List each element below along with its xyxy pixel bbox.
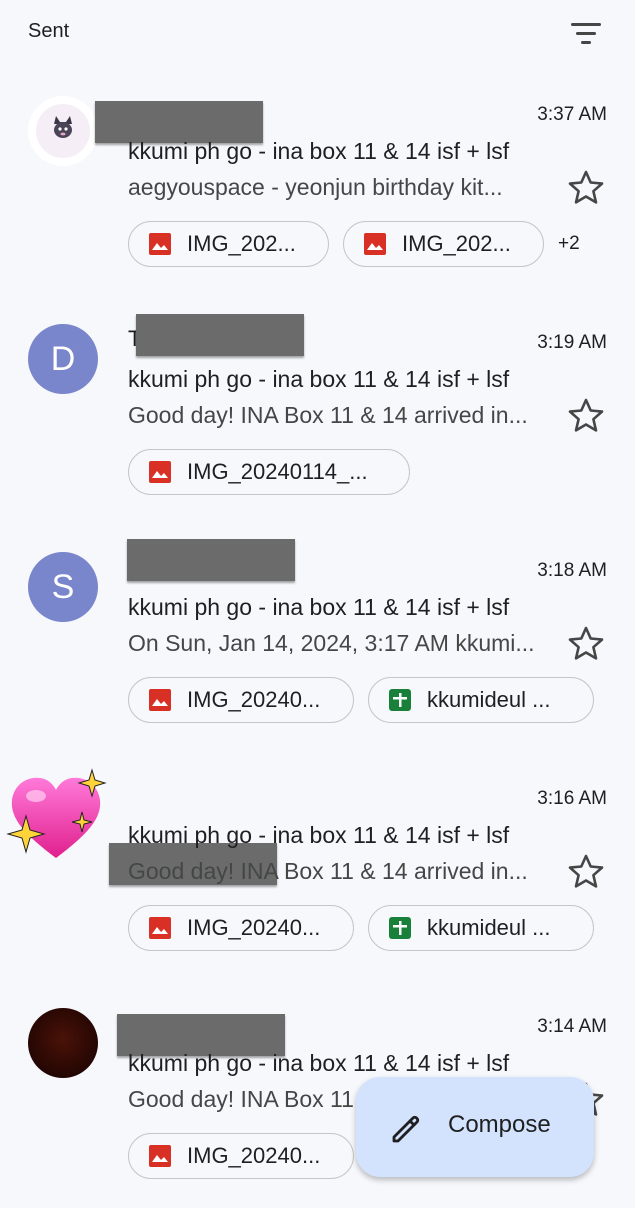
attachment-name: kkumideul ... [427, 915, 551, 940]
star-outline-icon [568, 626, 604, 660]
redacted-sender [95, 101, 263, 143]
avatar: D [28, 324, 98, 394]
image-icon [149, 689, 171, 711]
top-bar: Sent [0, 0, 635, 68]
attachment-chip[interactable]: kkumideul ... [368, 677, 594, 723]
cat-character-avatar-icon [28, 96, 98, 166]
attachment-name: kkumideul ... [427, 687, 551, 712]
star-button[interactable] [566, 396, 606, 436]
filter-list-icon [571, 23, 601, 44]
email-time: 3:18 AM [537, 560, 607, 581]
avatar [28, 1008, 98, 1078]
filter-button[interactable] [566, 14, 606, 54]
attachment-chip[interactable]: IMG_20240... [128, 905, 354, 951]
attachment-chip[interactable]: IMG_20240114_... [128, 449, 410, 495]
image-icon [149, 1145, 171, 1167]
star-button[interactable] [566, 624, 606, 664]
star-button[interactable] [566, 168, 606, 208]
email-subject: kkumi ph go - ina box 11 & 14 isf + lsf [128, 366, 510, 392]
attachment-chips: IMG_20240... kkumideul ... [128, 676, 608, 724]
email-subject: kkumi ph go - ina box 11 & 14 isf + lsf [128, 138, 510, 164]
page-title: Sent [28, 20, 70, 42]
avatar [28, 96, 98, 166]
attachment-chip[interactable]: IMG_202... [128, 221, 329, 267]
attachment-chip[interactable]: kkumideul ... [368, 905, 594, 951]
sheets-icon [389, 917, 411, 939]
more-attachments-count: +2 [558, 233, 580, 254]
image-icon [149, 461, 171, 483]
email-snippet: Good day! INA Box 11 & 14 arrived in... [128, 402, 528, 428]
avatar: S [28, 552, 98, 622]
attachment-chips: IMG_20240114_... [128, 448, 424, 496]
email-subject: kkumi ph go - ina box 11 & 14 isf + lsf [128, 1050, 510, 1076]
email-subject: kkumi ph go - ina box 11 & 14 isf + lsf [128, 822, 510, 848]
attachment-chip[interactable]: IMG_20240... [128, 677, 354, 723]
star-button[interactable] [566, 852, 606, 892]
mail-item[interactable]: 3:16 AM kkumi ph go - ina box 11 & 14 is… [0, 752, 635, 980]
attachment-name: IMG_20240... [187, 1143, 321, 1168]
attachment-name: IMG_20240114_... [187, 459, 368, 484]
mail-item[interactable]: S 3:18 AM kkumi ph go - ina box 11 & 14 … [0, 524, 635, 752]
image-icon [149, 233, 171, 255]
email-time: 3:16 AM [537, 788, 607, 809]
email-time: 3:19 AM [537, 332, 607, 353]
attachment-name: IMG_202... [402, 231, 511, 256]
star-outline-icon [568, 170, 604, 204]
mail-item[interactable]: 3:37 AM kkumi ph go - ina box 11 & 14 is… [0, 68, 635, 296]
email-time: 3:37 AM [537, 104, 607, 125]
attachment-name: IMG_202... [187, 231, 296, 256]
sheets-icon [389, 689, 411, 711]
compose-label: Compose [448, 1111, 551, 1138]
email-snippet: On Sun, Jan 14, 2024, 3:17 AM kkumi... [128, 630, 535, 656]
attachment-chip[interactable]: IMG_202... [343, 221, 544, 267]
email-time: 3:14 AM [537, 1016, 607, 1037]
attachment-chips: IMG_20240... kkumideul ... [128, 904, 608, 952]
image-icon [364, 233, 386, 255]
image-icon [149, 917, 171, 939]
email-snippet: aegyouspace - yeonjun birthday kit... [128, 174, 503, 200]
sparkling-heart-avatar-icon [6, 768, 107, 858]
email-subject: kkumi ph go - ina box 11 & 14 isf + lsf [128, 594, 510, 620]
attachment-chips: IMG_20240... [128, 1132, 368, 1180]
attachment-chip[interactable]: IMG_20240... [128, 1133, 354, 1179]
mail-item[interactable]: D T 3:19 AM kkumi ph go - ina box 11 & 1… [0, 296, 635, 524]
star-outline-icon [568, 854, 604, 888]
redacted-sender [136, 314, 304, 356]
star-outline-icon [568, 398, 604, 432]
email-snippet: Good day! INA Box 11 & 14 arrived in... [128, 858, 528, 884]
avatar-letter: S [51, 567, 75, 606]
redacted-sender [127, 539, 295, 581]
attachment-chips: IMG_202... IMG_202... +2 [128, 220, 580, 268]
attachment-name: IMG_20240... [187, 915, 321, 940]
attachment-name: IMG_20240... [187, 687, 321, 712]
pencil-icon [392, 1115, 420, 1143]
compose-button[interactable]: Compose [356, 1077, 594, 1177]
avatar-letter: D [50, 339, 76, 378]
